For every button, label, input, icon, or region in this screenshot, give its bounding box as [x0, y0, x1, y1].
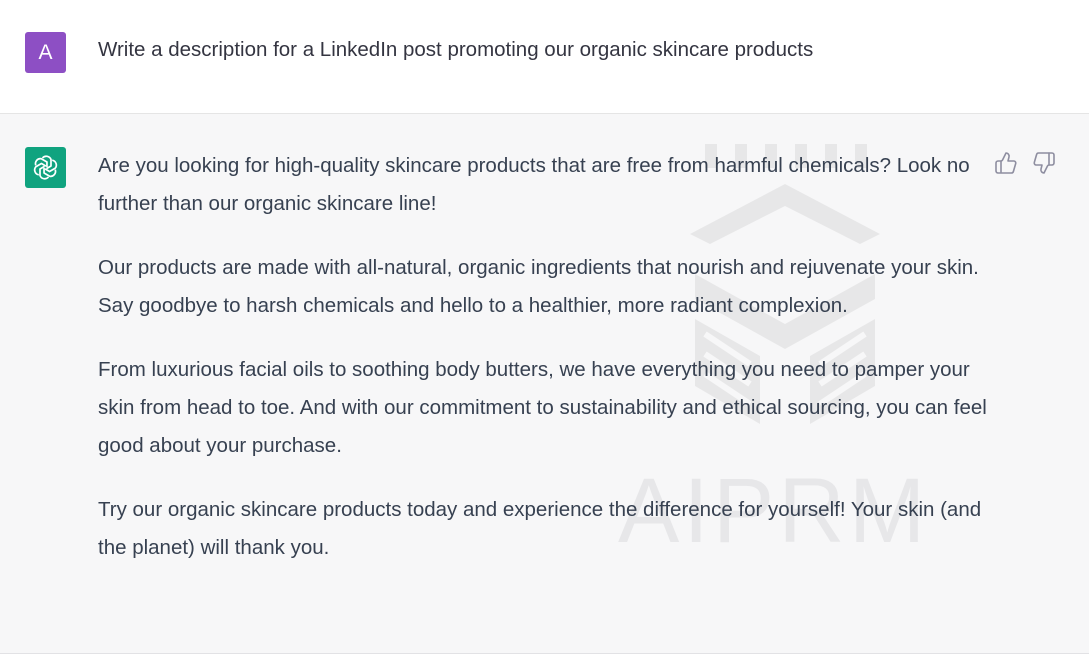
user-avatar: A	[25, 32, 66, 73]
user-message-text: Write a description for a LinkedIn post …	[98, 38, 814, 61]
response-paragraph: From luxurious facial oils to soothing b…	[98, 358, 987, 457]
assistant-message-row: AIPRM Are you looking for high-quality s…	[0, 114, 1089, 654]
response-paragraph: Try our organic skincare products today …	[98, 498, 982, 559]
user-message-row: A Write a description for a LinkedIn pos…	[0, 0, 1089, 114]
assistant-response: Are you looking for high-quality skincar…	[98, 147, 988, 593]
thumbs-down-icon[interactable]	[1032, 151, 1056, 175]
response-paragraph: Our products are made with all-natural, …	[98, 256, 979, 317]
assistant-avatar	[25, 147, 66, 188]
thumbs-up-icon[interactable]	[994, 151, 1018, 175]
openai-logo-icon	[33, 155, 58, 180]
response-paragraph: Are you looking for high-quality skincar…	[98, 154, 970, 215]
page-bottom	[0, 654, 1089, 658]
